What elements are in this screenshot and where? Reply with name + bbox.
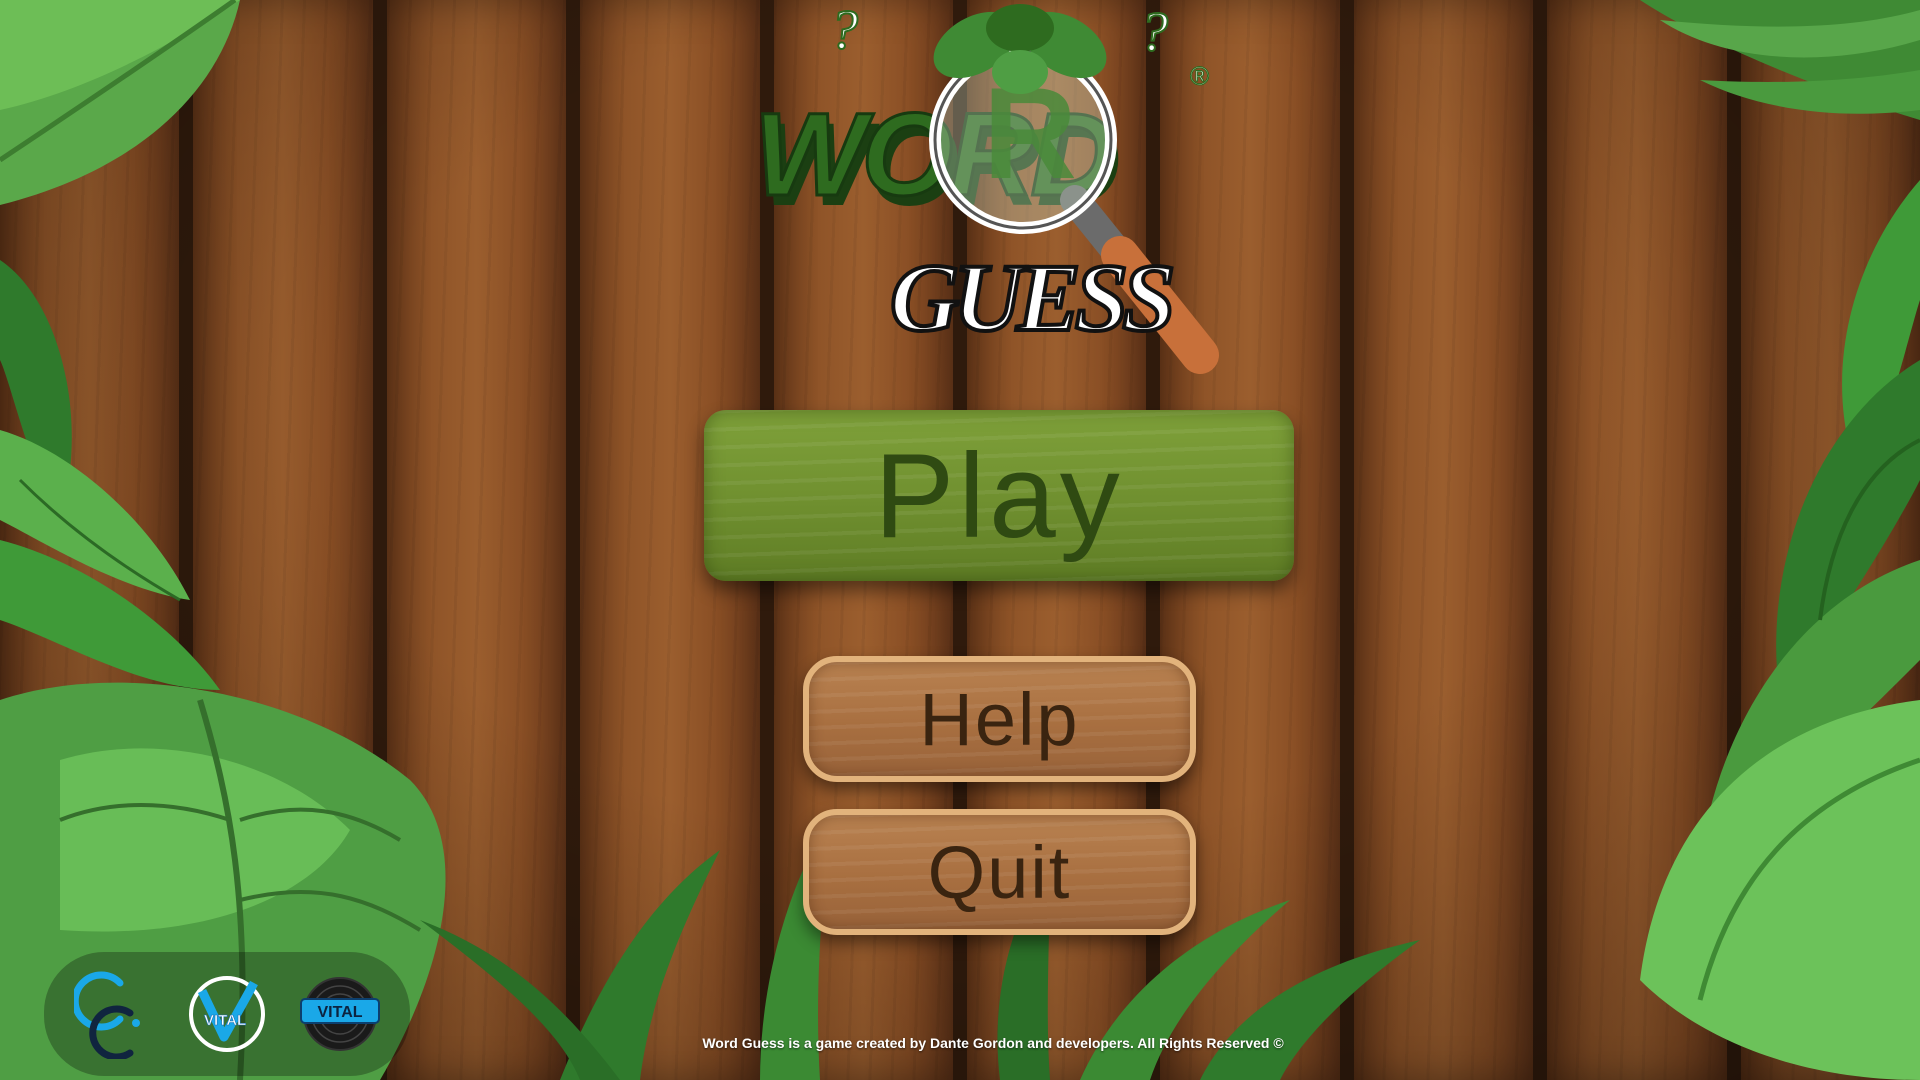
main-menu-screen: ? ? WORD WORD ® R GUESS Play Help Quit: [0, 0, 1920, 1080]
question-mark-left: ?: [830, 0, 858, 61]
quit-button-label: Quit: [927, 830, 1072, 914]
play-button-label: Play: [874, 428, 1124, 563]
play-button[interactable]: Play: [704, 410, 1294, 581]
question-mark-right: ?: [1140, 1, 1168, 63]
help-button[interactable]: Help: [803, 656, 1196, 782]
sponsor-logos-bar: VITAL VITAL: [44, 952, 410, 1076]
quit-button[interactable]: Quit: [803, 809, 1196, 935]
logo-guess-text: GUESS: [890, 244, 1172, 351]
svg-text:VITAL: VITAL: [204, 1012, 246, 1029]
registered-mark: ®: [1190, 61, 1209, 91]
svg-text:VITAL: VITAL: [317, 1004, 362, 1021]
help-button-label: Help: [919, 677, 1080, 761]
word-guess-logo: ? ? WORD WORD ® R GUESS: [753, 0, 1219, 374]
copyright-footer: Word Guess is a game created by Dante Go…: [702, 1035, 1284, 1051]
